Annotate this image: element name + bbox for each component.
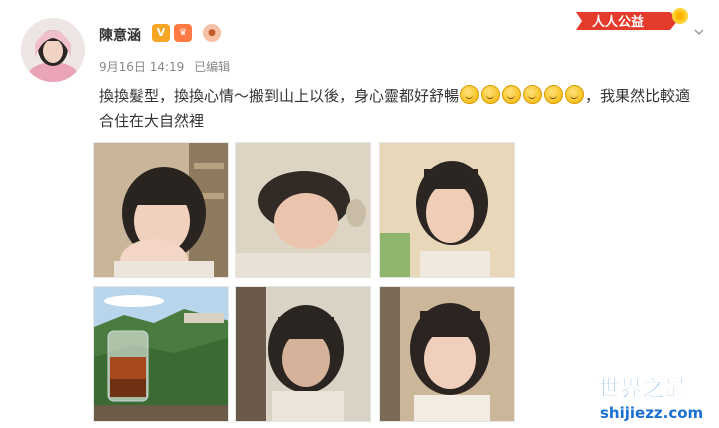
edited-label[interactable]: 已编辑 — [194, 60, 230, 74]
watermark-url: shijiezz.com — [600, 404, 703, 422]
photo-mountain-tea[interactable] — [93, 286, 229, 422]
renren-label: 人人公益 — [592, 14, 644, 30]
smile-emoji-icon — [481, 85, 501, 104]
photo-lying-down[interactable] — [235, 142, 371, 278]
smile-emoji-icon — [523, 85, 543, 104]
post-meta: 9月16日 14:19 已编辑 — [99, 58, 236, 75]
vip-crown-icon[interactable]: ♛ — [174, 24, 192, 42]
photo-smile-bangs[interactable] — [379, 286, 515, 422]
watermark-title: 世界之最 — [598, 376, 687, 402]
smile-emoji-icon — [460, 85, 480, 104]
photo-hand-on-chin[interactable] — [93, 142, 229, 278]
verified-v-icon[interactable]: V — [152, 24, 170, 42]
pig-icon[interactable]: ● — [203, 24, 221, 42]
chevron-down-icon[interactable] — [694, 27, 704, 37]
post-date[interactable]: 9月16日 14:19 — [99, 60, 184, 74]
avatar[interactable] — [21, 18, 85, 82]
photo-bob-side[interactable] — [379, 142, 515, 278]
user-name[interactable]: 陳意涵 — [99, 25, 141, 45]
smile-emoji-icon — [565, 85, 585, 104]
smile-emoji-icon — [502, 85, 522, 104]
post-text: 換換髮型，換換心情～搬到山上以後，身心靈都好舒暢 ，我果然比較適合住在大自然裡 — [99, 84, 699, 134]
photo-dark-room[interactable] — [235, 286, 371, 422]
post-text-part1: 換換髮型，換換心情～搬到山上以後，身心靈都好舒暢 — [99, 87, 460, 105]
site-watermark: 世界之最 shijiezz.com — [598, 376, 704, 422]
renren-charity-badge[interactable]: 人人公益 — [574, 6, 692, 34]
smile-emoji-icon — [544, 85, 564, 104]
avatar-image — [21, 18, 85, 82]
